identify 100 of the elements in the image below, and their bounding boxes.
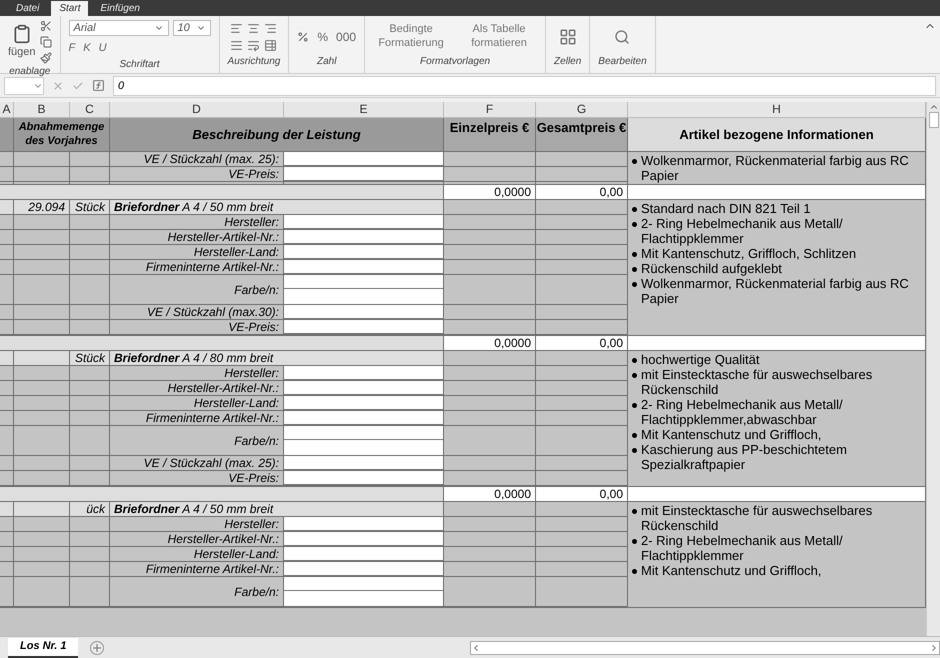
format-button[interactable]: 000 — [336, 28, 356, 46]
input-field[interactable] — [284, 320, 443, 334]
column-header[interactable]: G — [536, 102, 628, 118]
group-label: Formatvorlagen — [420, 55, 490, 69]
input-field[interactable] — [284, 577, 443, 591]
merge-cells-icon[interactable] — [264, 39, 278, 52]
ribbon-tab[interactable]: Datei — [8, 1, 48, 16]
field-label: Firmeninterne Artikel-Nr.: — [110, 562, 284, 577]
ribbon-tab[interactable]: Einfügen — [92, 1, 148, 16]
sheet-tab[interactable]: Los Nr. 1 — [8, 638, 78, 658]
article-title: Briefordner A 4 / 50 mm breit — [110, 200, 444, 215]
input-field[interactable] — [284, 440, 443, 455]
align-left-icon[interactable] — [230, 22, 244, 35]
input-field[interactable] — [284, 532, 443, 546]
paste-button[interactable]: fügen — [8, 24, 36, 60]
input-field[interactable] — [284, 547, 443, 561]
vertical-scrollbar[interactable] — [926, 102, 940, 636]
info-text: Wolkenmarmor, Rückenmaterial farbig aus RC Papier — [641, 276, 910, 306]
article-title: Briefordner A 4 / 50 mm breit — [110, 502, 444, 517]
input-field[interactable] — [284, 167, 443, 181]
cells-icon[interactable] — [558, 28, 577, 46]
group-label: Zahl — [316, 55, 336, 69]
brush-icon[interactable] — [40, 52, 52, 64]
input-field[interactable] — [284, 305, 443, 319]
scroll-thumb[interactable] — [928, 112, 938, 128]
header-cell: Gesamtpreis € — [536, 118, 628, 152]
bullet-icon — [632, 539, 637, 544]
function-icon[interactable] — [92, 79, 105, 92]
column-header[interactable]: D — [110, 102, 284, 118]
percent-icon[interactable] — [297, 31, 310, 43]
field-label: Hersteller-Artikel-Nr.: — [110, 381, 284, 396]
input-field[interactable] — [284, 260, 443, 274]
font-select[interactable]: Arial — [68, 20, 169, 36]
input-field[interactable] — [284, 152, 443, 166]
column-header[interactable]: C — [70, 102, 110, 118]
input-field[interactable] — [284, 366, 443, 380]
align-center-icon[interactable] — [247, 22, 260, 35]
field-label: VE-Preis: — [110, 167, 284, 182]
header-cell: Beschreibung der Leistung — [110, 118, 444, 152]
search-icon[interactable] — [614, 29, 630, 45]
input-field[interactable] — [284, 396, 443, 410]
bullet-icon — [632, 267, 637, 272]
info-text: 2- Ring Hebelmechanik aus Metall/ Flachtippklemmer — [641, 216, 844, 246]
add-sheet-icon[interactable] — [90, 640, 104, 654]
horizontal-scrollbar[interactable] — [470, 640, 940, 654]
field-label: Firmeninterne Artikel-Nr.: — [110, 411, 284, 426]
input-field[interactable] — [284, 426, 443, 440]
input-field[interactable] — [284, 215, 443, 229]
bullet-icon — [632, 159, 637, 164]
field-label: Hersteller-Land: — [110, 547, 284, 562]
input-field[interactable] — [284, 471, 443, 485]
scissors-icon[interactable] — [40, 20, 52, 32]
format-button[interactable]: % — [317, 28, 328, 46]
bullet-icon — [632, 509, 637, 514]
info-text: Rückenschild aufgeklebt — [641, 261, 782, 276]
input-field[interactable] — [284, 275, 443, 289]
input-field[interactable] — [284, 289, 443, 304]
justify-icon[interactable] — [230, 39, 244, 52]
styles-button[interactable]: Bedingte Formatierung — [373, 23, 450, 51]
input-field[interactable] — [284, 411, 443, 425]
unit-cell: ück — [70, 502, 110, 517]
field-label: VE / Stückzahl (max.30): — [110, 305, 284, 320]
info-text: hochwertige Qualität — [641, 352, 760, 367]
input-field[interactable] — [284, 591, 443, 606]
total-price-cell: 0,00 — [536, 185, 628, 200]
wrap-text-icon[interactable] — [247, 39, 260, 52]
info-text: Kaschierung aus PP-beschichtetem Spezialkraftpapier — [641, 442, 848, 472]
unit-price-cell: 0,0000 — [444, 487, 536, 502]
input-field[interactable] — [284, 245, 443, 259]
field-label: Hersteller-Artikel-Nr.: — [110, 532, 284, 547]
column-header[interactable]: H — [628, 102, 926, 118]
formula-input[interactable]: 0 — [113, 76, 936, 96]
size-select[interactable]: 10 — [172, 20, 211, 36]
column-header[interactable]: B — [14, 102, 70, 118]
style-button[interactable]: U — [98, 40, 107, 56]
bullet-icon — [632, 448, 637, 453]
field-label: VE / Stückzahl (max. 25): — [110, 456, 284, 471]
copy-icon[interactable] — [40, 36, 52, 48]
style-button[interactable]: K — [83, 40, 91, 56]
total-price-cell: 0,00 — [536, 336, 628, 351]
unit-price-cell: 0,0000 — [444, 336, 536, 351]
align-right-icon[interactable] — [264, 22, 278, 35]
header-cell: Artikel bezogene Informationen — [628, 118, 926, 152]
info-text: Standard nach DIN 821 Teil 1 — [641, 201, 811, 216]
field-label: VE-Preis: — [110, 471, 284, 486]
input-field[interactable] — [284, 562, 443, 576]
column-header[interactable]: A — [0, 102, 14, 118]
input-field[interactable] — [284, 381, 443, 395]
styles-button[interactable]: Als Tabelle formatieren — [461, 23, 538, 51]
column-header[interactable]: E — [284, 102, 444, 118]
info-text: 2- Ring Hebelmechanik aus Metall/ Flachtippklemmer,abwaschbar — [641, 397, 844, 427]
column-header[interactable]: F — [444, 102, 536, 118]
bullet-icon — [632, 433, 637, 438]
input-field[interactable] — [284, 230, 443, 244]
header-cell: Abnahmemenge des Vorjahres — [14, 118, 110, 152]
style-button[interactable]: F — [68, 40, 76, 56]
group-label: Bearbeiten — [598, 55, 647, 69]
input-field[interactable] — [284, 517, 443, 531]
ribbon-tab[interactable]: Start — [51, 1, 88, 16]
input-field[interactable] — [284, 456, 443, 470]
